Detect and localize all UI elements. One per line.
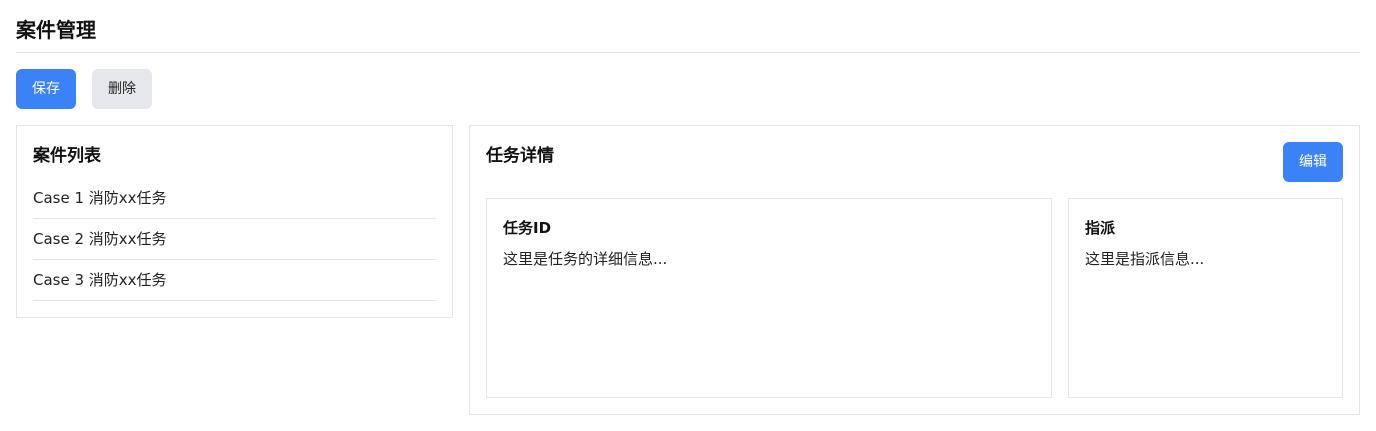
assign-card: 指派 这里是指派信息... — [1068, 198, 1343, 398]
task-detail-panel: 任务详情 编辑 任务ID 这里是任务的详细信息... 指派 这里是指派信息... — [469, 125, 1360, 415]
page-header: 案件管理 — [16, 0, 1360, 53]
page-title: 案件管理 — [16, 18, 96, 42]
save-button[interactable]: 保存 — [16, 69, 76, 109]
case-list-title: 案件列表 — [33, 146, 101, 166]
assign-text: 这里是指派信息... — [1085, 250, 1205, 268]
case-list: Case 1 消防xx任务 Case 2 消防xx任务 Case 3 消防xx任… — [33, 178, 436, 301]
task-detail-text: 这里是任务的详细信息... — [503, 250, 668, 268]
edit-button[interactable]: 编辑 — [1283, 142, 1343, 182]
page-root: 案件管理 保存 删除 案件列表 Case 1 消防xx任务 Case 2 消防x… — [0, 0, 1376, 431]
case-list-item[interactable]: Case 3 消防xx任务 — [33, 260, 436, 301]
case-list-panel: 案件列表 Case 1 消防xx任务 Case 2 消防xx任务 Case 3 … — [16, 125, 453, 318]
task-id-card: 任务ID 这里是任务的详细信息... — [486, 198, 1052, 398]
toolbar: 保存 删除 — [16, 69, 152, 109]
task-id-title: 任务ID — [503, 219, 552, 237]
case-list-item[interactable]: Case 2 消防xx任务 — [33, 219, 436, 260]
assign-title: 指派 — [1085, 219, 1116, 237]
delete-button[interactable]: 删除 — [92, 69, 152, 109]
case-list-item[interactable]: Case 1 消防xx任务 — [33, 178, 436, 219]
task-detail-title: 任务详情 — [486, 146, 554, 166]
